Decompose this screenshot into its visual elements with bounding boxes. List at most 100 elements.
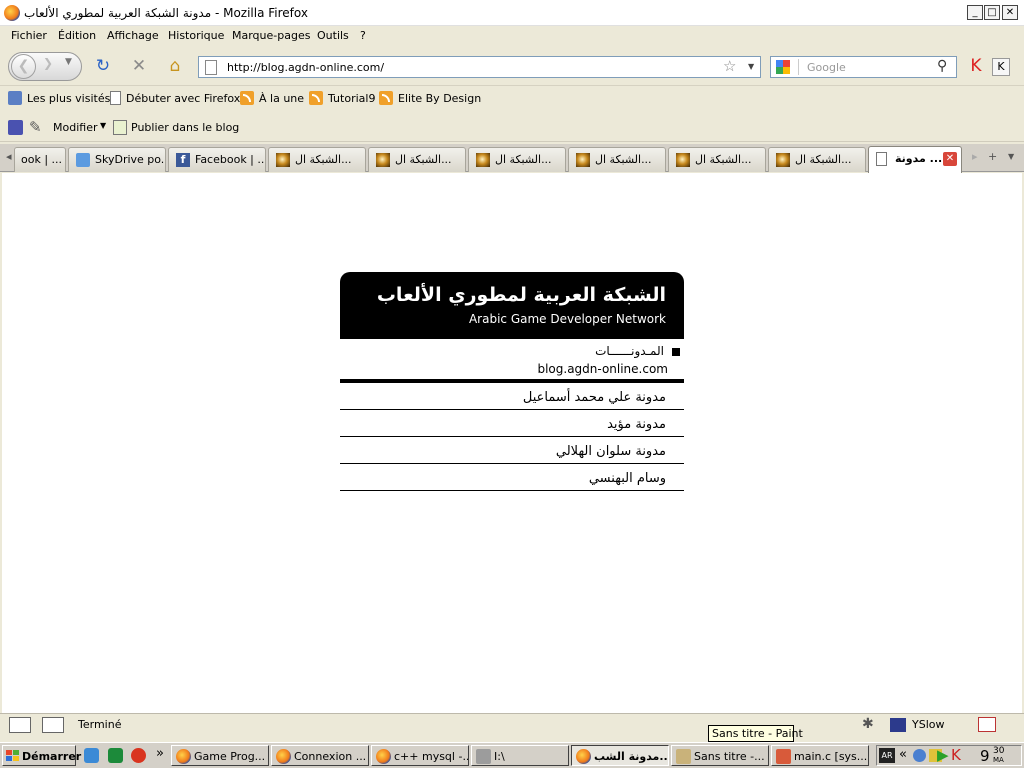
scroll-tabs-left-icon[interactable]: ◂ [6,150,12,163]
search-icon[interactable]: ⚲ [937,58,947,74]
blog-list-item[interactable]: وسام البهنسي [340,464,684,491]
tray-play-icon[interactable]: ▶ [937,746,949,764]
clock-hour[interactable]: 9 [980,747,990,765]
taskbar-item[interactable]: I:\ [471,745,569,766]
tab-item[interactable]: f Facebook | ... [168,147,266,172]
publish-button[interactable]: Publier dans le blog [131,121,239,134]
agdn-icon [376,153,390,167]
scroll-tabs-right-icon[interactable]: ▸ [972,150,978,163]
addon-k-icon[interactable]: K [992,58,1010,76]
blog-toolbar: ✎ Modifier ▼ Publier dans le blog [0,114,1024,142]
bookmark-a-la-une[interactable]: À la une [240,91,304,105]
page-content: الشبكة العربية لمطوري الألعاب Arabic Gam… [2,173,1022,713]
title-bar: مدونة الشبكة العربية لمطوري الألعاب - Mo… [0,0,1024,26]
tab-item[interactable]: الشبكة ال... [268,147,366,172]
firefox-icon [376,749,391,764]
tray-kaspersky-icon[interactable]: K [951,746,961,764]
taskbar-item[interactable]: Connexion ... [271,745,369,766]
stop-icon[interactable]: ✕ [128,56,150,78]
site-header: الشبكة العربية لمطوري الألعاب Arabic Gam… [340,272,684,339]
minimize-button[interactable]: _ [967,5,983,20]
quicklaunch-ie-icon[interactable] [84,748,99,763]
menu-affichage[interactable]: Affichage [107,29,159,42]
clock-minutes: 30 [993,746,1005,756]
tab-item[interactable]: الشبكة ال... [368,147,466,172]
bookmark-star-icon[interactable]: ☆ [723,57,736,75]
site-title-english: Arabic Game Developer Network [468,312,666,326]
menu-edition[interactable]: Édition [58,29,96,42]
tab-item[interactable]: الشبكة ال... [568,147,666,172]
google-engine-icon[interactable] [773,59,799,75]
menu-historique[interactable]: Historique [168,29,224,42]
history-dropdown-icon[interactable]: ▼ [65,57,72,67]
firebug-icon[interactable]: ✱ [862,716,874,732]
language-indicator[interactable]: AR [879,748,895,763]
start-button[interactable]: Démarrer [2,745,81,766]
bookmark-most-visited[interactable]: Les plus visités [8,91,110,105]
url-text[interactable]: http://blog.agdn-online.com/ [227,61,384,74]
reload-icon[interactable]: ↻ [92,56,114,78]
quicklaunch-app-icon[interactable] [108,748,123,763]
modify-button[interactable]: Modifier [53,121,97,134]
home-icon[interactable]: ⌂ [164,56,186,78]
tray-network-icon[interactable] [913,749,926,762]
kaspersky-icon[interactable]: K [965,56,987,78]
rss-icon [240,91,254,105]
addon-status-icon[interactable] [978,717,996,732]
window-title: مدونة الشبكة العربية لمطوري الألعاب - Mo… [24,6,308,20]
bookmark-getting-started[interactable]: Débuter avec Firefox [110,91,240,105]
yslow-label[interactable]: YSlow [912,718,944,731]
modify-dropdown-icon[interactable]: ▼ [100,121,106,130]
tab-active[interactable]: مدونة ... ✕ [868,146,962,173]
menu-fichier[interactable]: Fichier [11,29,47,42]
system-tray: AR « ▶ K 9 30 MA [876,745,1022,766]
taskbar-item-active[interactable]: مدونة الشب... [571,745,669,766]
address-bar[interactable]: http://blog.agdn-online.com/ ☆ ▼ [198,56,761,78]
skydrive-icon [76,153,90,167]
bookmark-elite-by-design[interactable]: Elite By Design [379,91,481,105]
menu-outils[interactable]: Outils [317,29,349,42]
paint-icon [676,749,691,764]
status-screen-icon[interactable] [42,717,64,733]
taskbar-item[interactable]: Game Prog... [171,745,269,766]
new-tab-icon[interactable]: + [988,150,997,163]
forward-button[interactable]: ❯ [43,56,53,70]
blog-list-item[interactable]: مدونة مؤيد [340,410,684,437]
tab-item[interactable]: SkyDrive po... [68,147,166,172]
blog-list-item[interactable]: مدونة سلوان الهلالي [340,437,684,464]
tab-item[interactable]: الشبكة ال... [768,147,866,172]
blog-list-item[interactable]: مدونة علي محمد أسماعيل [340,383,684,410]
close-tab-icon[interactable]: ✕ [943,152,957,166]
tab-item[interactable]: ook | ... [14,147,66,172]
menu-marque-pages[interactable]: Marque-pages [232,29,310,42]
search-box[interactable]: Google ⚲ [770,56,957,78]
url-dropdown-icon[interactable]: ▼ [748,62,754,71]
quicklaunch-more-icon[interactable]: » [156,746,164,761]
tray-expand-icon[interactable]: « [899,747,907,762]
taskbar: Démarrer » Game Prog... Connexion ... c+… [0,742,1024,768]
start-label[interactable]: Démarrer [22,750,81,763]
tab-item[interactable]: الشبكة ال... [468,147,566,172]
blog-app-icon[interactable] [8,120,23,135]
taskbar-tooltip: Sans titre - Paint [708,725,803,742]
blog-link[interactable]: مدونة سلوان الهلالي [556,444,666,459]
blog-link[interactable]: مدونة مؤيد [607,417,666,432]
menu-help[interactable]: ? [360,29,366,42]
taskbar-item[interactable]: Sans titre -... [671,745,769,766]
back-forward-group: ❮ ❯ ▼ [8,52,82,81]
close-button[interactable]: ✕ [1002,5,1018,20]
status-tool-icon[interactable] [9,717,31,733]
maximize-button[interactable]: □ [984,5,1000,20]
back-button[interactable]: ❮ [11,54,36,79]
list-tabs-icon[interactable]: ▼ [1008,152,1014,161]
yslow-icon[interactable] [890,718,906,732]
editor-icon [776,749,791,764]
bookmark-tutorial9[interactable]: Tutorial9 [309,91,375,105]
tab-item[interactable]: الشبكة ال... [668,147,766,172]
taskbar-item[interactable]: c++ mysql -... [371,745,469,766]
blog-link[interactable]: وسام البهنسي [589,471,666,486]
quicklaunch-app2-icon[interactable] [131,748,146,763]
taskbar-item[interactable]: main.c [sys... [771,745,869,766]
navigation-toolbar: ❮ ❯ ▼ ↻ ✕ ⌂ http://blog.agdn-online.com/… [0,48,1024,86]
blog-link[interactable]: مدونة علي محمد أسماعيل [523,390,666,405]
